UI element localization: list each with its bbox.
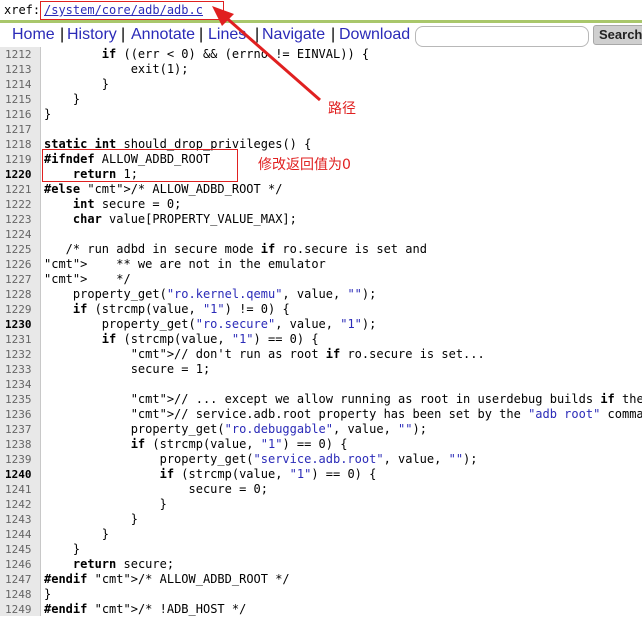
nav-separator: | (121, 26, 126, 43)
code-line: } (44, 542, 81, 556)
code-line: property_get("ro.secure", value, "1"); (44, 317, 377, 331)
line-number[interactable]: 1231 (5, 332, 39, 347)
xref-bar: xref: /system/core/adb/adb.c (0, 0, 642, 20)
line-number[interactable]: 1223 (5, 212, 39, 227)
line-number[interactable]: 1233 (5, 362, 39, 377)
path-highlight-box (40, 1, 224, 20)
code-line: exit(1); (44, 62, 189, 76)
nav-separator: | (331, 26, 336, 43)
navbar: Home | History | Annotate | Lines | Navi… (0, 23, 642, 47)
code-line: "cmt">// service.adb.root property has b… (130, 407, 642, 421)
code-line: if (strcmp(value, "1") == 0) { (130, 437, 348, 451)
line-number[interactable]: 1230 (5, 317, 39, 332)
line-number[interactable]: 1232 (5, 347, 39, 362)
line-number[interactable]: 1247 (5, 572, 39, 587)
line-number[interactable]: 1239 (5, 452, 39, 467)
line-number[interactable]: 1221 (5, 182, 39, 197)
code-line: /* run adbd in secure mode if ro.secure … (44, 242, 427, 256)
code-line: } (44, 527, 110, 541)
code-line: } (44, 512, 138, 526)
code-line: } (44, 77, 110, 91)
code-line: } (44, 107, 52, 121)
line-number[interactable]: 1226 (5, 257, 39, 272)
code-line: if (strcmp(value, "1") == 0) { (159, 467, 377, 481)
code-line: int secure = 0; (72, 197, 182, 211)
line-number[interactable]: 1228 (5, 287, 39, 302)
code-line: #endif "cmt">/* !ADB_HOST */ (44, 602, 247, 616)
line-number[interactable]: 1249 (5, 602, 39, 617)
line-number[interactable]: 1222 (5, 197, 39, 212)
line-number[interactable]: 1213 (5, 62, 39, 77)
code-line: "cmt">// don't run as root if ro.secure … (130, 347, 485, 361)
line-number[interactable]: 1245 (5, 542, 39, 557)
nav-home-link[interactable]: Home (12, 26, 55, 44)
line-number[interactable]: 1218 (5, 137, 39, 152)
nav-lines-link[interactable]: Lines (208, 26, 246, 44)
search-button[interactable]: Search (593, 25, 642, 45)
code-line: property_get("service.adb.root", value, … (44, 452, 478, 466)
nav-separator: | (60, 26, 65, 43)
line-number[interactable]: 1246 (5, 557, 39, 572)
line-number[interactable]: 1225 (5, 242, 39, 257)
line-number[interactable]: 1242 (5, 497, 39, 512)
line-number[interactable]: 1216 (5, 107, 39, 122)
nav-download-link[interactable]: Download (339, 26, 410, 44)
code-line: secure = 0; (44, 482, 268, 496)
xref-label: xref: (4, 3, 41, 17)
code-line: } (44, 497, 167, 511)
line-number[interactable]: 1236 (5, 407, 39, 422)
code-line: if (strcmp(value, "1") == 0) { (101, 332, 319, 346)
code-line: #endif "cmt">/* ALLOW_ADBD_ROOT */ (44, 572, 290, 586)
line-number[interactable]: 1229 (5, 302, 39, 317)
line-number[interactable]: 1227 (5, 272, 39, 287)
line-number[interactable]: 1244 (5, 527, 39, 542)
line-number[interactable]: 1234 (5, 377, 39, 392)
line-number[interactable]: 1220 (5, 167, 39, 182)
code-line: if (strcmp(value, "1") != 0) { (72, 302, 290, 316)
line-number[interactable]: 1240 (5, 467, 39, 482)
nav-history-link[interactable]: History (67, 26, 117, 44)
path-annotation: 路径 (328, 101, 356, 117)
search-input[interactable] (415, 26, 589, 47)
line-number[interactable]: 1212 (5, 47, 39, 62)
line-number[interactable]: 1217 (5, 122, 39, 137)
line-number[interactable]: 1224 (5, 227, 39, 242)
line-number[interactable]: 1219 (5, 152, 39, 167)
code-line: property_get("ro.debuggable", value, "")… (44, 422, 427, 436)
nav-navigate-link[interactable]: Navigate (262, 26, 325, 44)
line-number[interactable]: 1248 (5, 587, 39, 602)
return-annotation: 修改返回值为0 (258, 157, 351, 173)
line-number[interactable]: 1243 (5, 512, 39, 527)
code-line: secure = 1; (44, 362, 211, 376)
line-number[interactable]: 1238 (5, 437, 39, 452)
line-number[interactable]: 1235 (5, 392, 39, 407)
nav-separator: | (255, 26, 260, 43)
code-line: "cmt">// ... except we allow running as … (130, 392, 642, 406)
nav-separator: | (199, 26, 204, 43)
code-line: } (44, 587, 52, 601)
code-line: if ((err < 0) && (errno != EINVAL)) { (101, 47, 370, 61)
nav-annotate-link[interactable]: Annotate (131, 26, 195, 44)
line-number[interactable]: 1215 (5, 92, 39, 107)
code-line: property_get("ro.kernel.qemu", value, ""… (44, 287, 377, 301)
code-line: return secure; (72, 557, 175, 571)
source-code-view: 1212 if ((err < 0) && (errno != EINVAL))… (0, 47, 642, 616)
code-line: char value[PROPERTY_VALUE_MAX]; (72, 212, 297, 226)
line-number[interactable]: 1241 (5, 482, 39, 497)
code-line: } (44, 92, 81, 106)
return-highlight-box (42, 149, 238, 182)
line-number[interactable]: 1237 (5, 422, 39, 437)
code-line: "cmt"> */ (44, 272, 131, 286)
code-line: "cmt"> ** we are not in the emulator (44, 257, 326, 271)
code-line: #else "cmt">/* ALLOW_ADBD_ROOT */ (44, 182, 283, 196)
line-number[interactable]: 1214 (5, 77, 39, 92)
